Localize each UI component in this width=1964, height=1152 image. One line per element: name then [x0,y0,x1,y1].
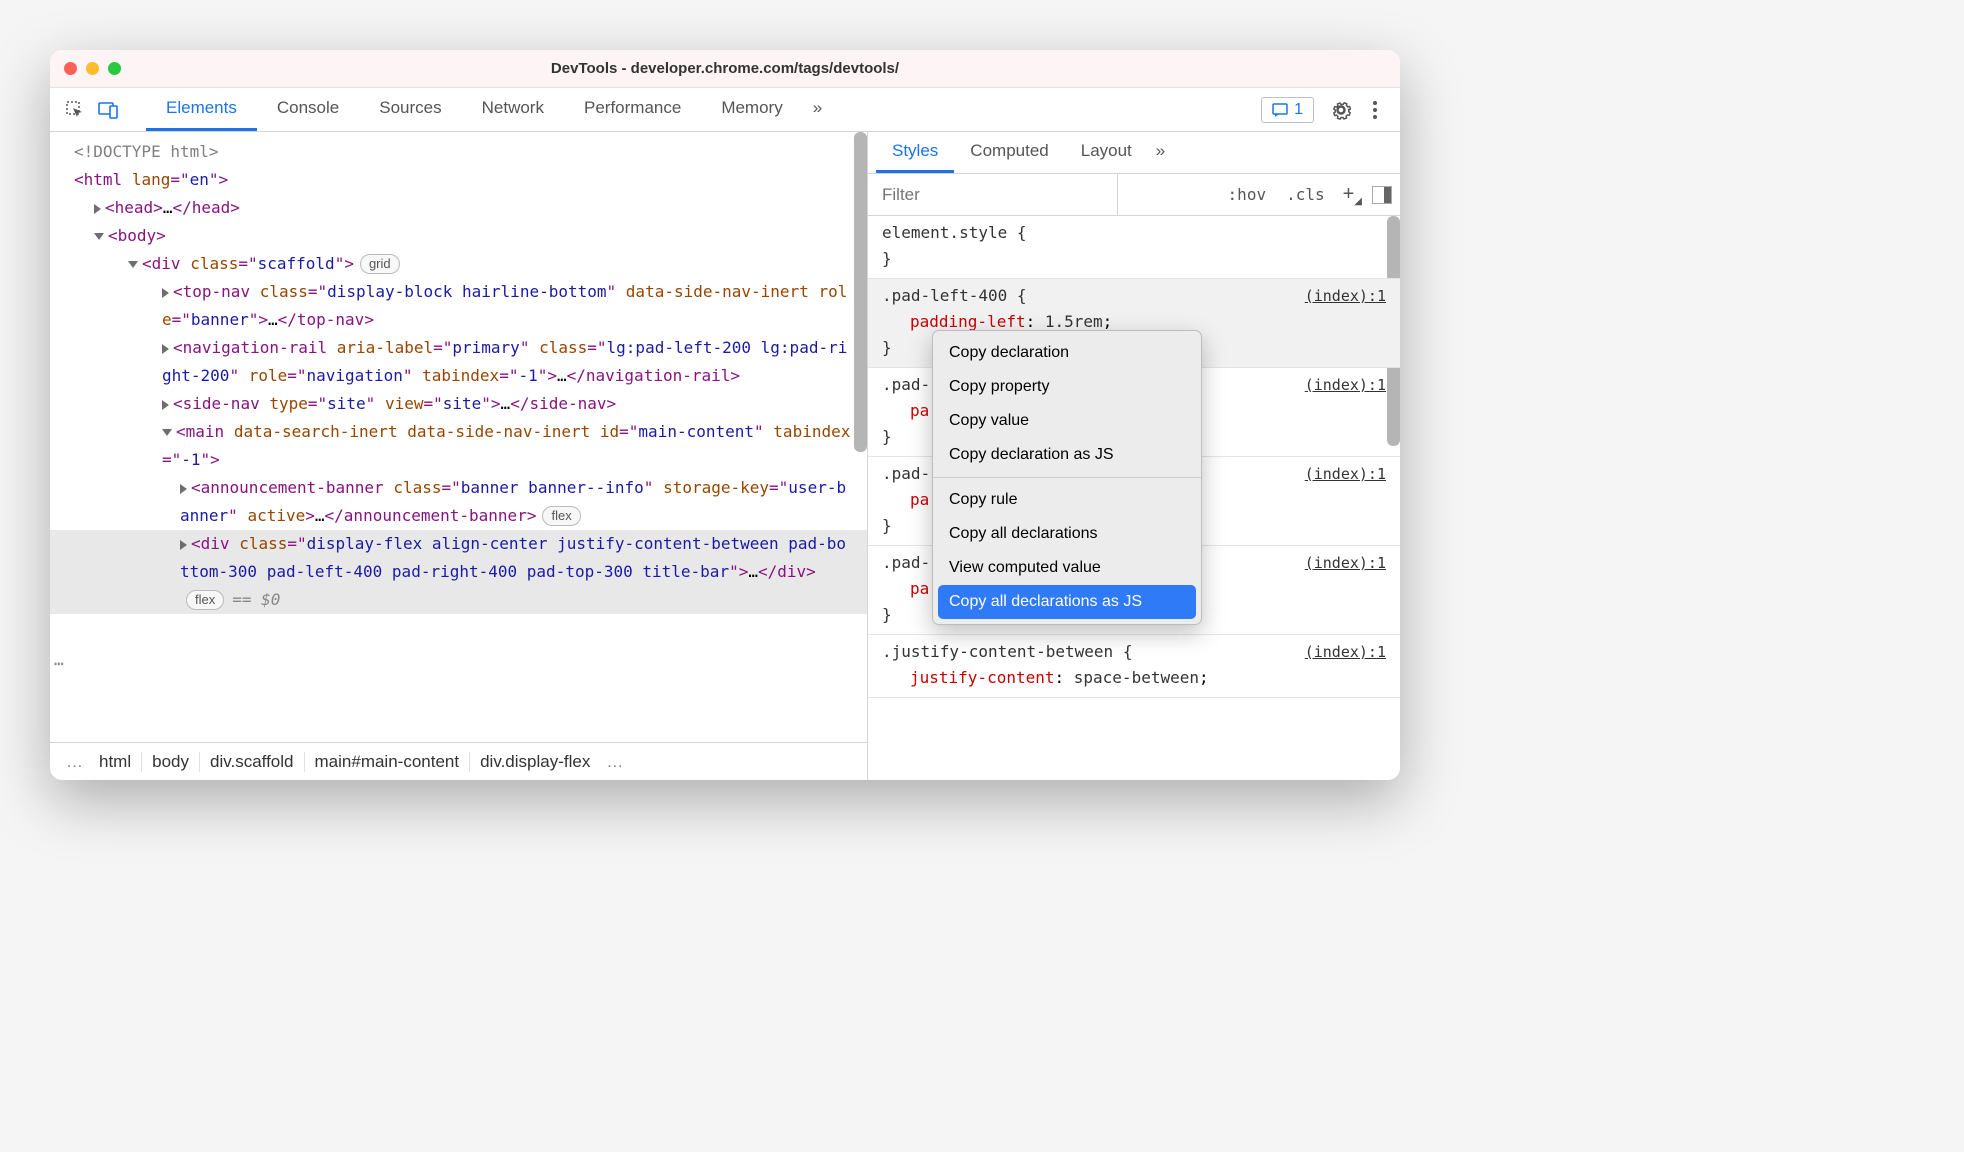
device-toolbar-icon[interactable] [92,93,126,127]
main-panes: ⋯ <!DOCTYPE html> <html lang="en"> <head… [50,132,1400,780]
crumb-scaffold[interactable]: div.scaffold [199,752,304,772]
tab-console[interactable]: Console [257,88,359,131]
source-link[interactable]: (index):1 [1305,461,1386,487]
kebab-menu-icon[interactable] [1358,93,1392,127]
styles-filter-row: :hov .cls +◢ [868,174,1400,216]
new-style-rule-icon[interactable]: +◢ [1337,183,1368,207]
tab-sources[interactable]: Sources [359,88,461,131]
tab-elements[interactable]: Elements [146,88,257,131]
context-menu-separator [933,477,1201,478]
source-link[interactable]: (index):1 [1305,283,1386,309]
context-menu-item[interactable]: Copy all declarations as JS [938,585,1196,619]
tab-network[interactable]: Network [462,88,564,131]
dom-nav-rail[interactable]: <navigation-rail aria-label="primary" cl… [50,334,867,390]
crumb-overflow-right[interactable]: … [600,752,629,772]
panel-tabs: Elements Console Sources Network Perform… [146,88,832,131]
tree-scrollbar[interactable] [854,132,867,452]
dom-selected-div[interactable]: <div class="display-flex align-center ju… [50,530,867,614]
styles-rules[interactable]: element.style { } (index):1 .pad-left-40… [868,216,1400,780]
crumb-div[interactable]: div.display-flex [469,752,600,772]
subtab-computed[interactable]: Computed [954,132,1064,173]
dom-top-nav[interactable]: <top-nav class="display-block hairline-b… [50,278,867,334]
rule-4[interactable]: (index):1 .justify-content-between { jus… [868,635,1400,698]
context-menu: Copy declarationCopy propertyCopy valueC… [932,330,1202,625]
source-link[interactable]: (index):1 [1305,550,1386,576]
crumb-html[interactable]: html [89,752,141,772]
styles-sub-tabs: Styles Computed Layout » [868,132,1400,174]
context-menu-item[interactable]: Copy declaration [933,336,1201,370]
crumb-body[interactable]: body [141,752,199,772]
titlebar: DevTools - developer.chrome.com/tags/dev… [50,50,1400,88]
settings-icon[interactable] [1324,93,1358,127]
dom-html[interactable]: <html lang="en"> [50,166,867,194]
dom-main[interactable]: <main data-search-inert data-side-nav-in… [50,418,867,474]
devtools-window: DevTools - developer.chrome.com/tags/dev… [50,50,1400,780]
dom-side-nav[interactable]: <side-nav type="site" view="site">…</sid… [50,390,867,418]
crumb-overflow-left[interactable]: … [60,752,89,772]
context-menu-item[interactable]: Copy property [933,370,1201,404]
dom-doctype[interactable]: <!DOCTYPE html> [50,138,867,166]
main-toolbar: Elements Console Sources Network Perform… [50,88,1400,132]
tab-memory[interactable]: Memory [701,88,802,131]
elements-pane: ⋯ <!DOCTYPE html> <html lang="en"> <head… [50,132,868,780]
subtab-overflow[interactable]: » [1148,132,1173,173]
cls-button[interactable]: .cls [1278,181,1333,208]
source-link[interactable]: (index):1 [1305,639,1386,665]
window-title: DevTools - developer.chrome.com/tags/dev… [50,60,1400,77]
dom-scaffold[interactable]: <div class="scaffold">grid [50,250,867,278]
issue-count: 1 [1294,101,1303,119]
zoom-window[interactable] [108,62,121,75]
styles-filter-input[interactable] [868,174,1118,215]
styles-pane: Styles Computed Layout » :hov .cls +◢ el… [868,132,1400,780]
hov-button[interactable]: :hov [1220,181,1275,208]
context-menu-item[interactable]: Copy value [933,404,1201,438]
inspect-icon[interactable] [58,93,92,127]
gutter-menu-icon[interactable]: ⋯ [54,650,64,678]
issues-button[interactable]: 1 [1261,97,1314,123]
context-menu-item[interactable]: Copy all declarations [933,517,1201,551]
tab-overflow[interactable]: » [803,88,832,131]
context-menu-item[interactable]: Copy rule [933,483,1201,517]
dom-body[interactable]: <body> [50,222,867,250]
subtab-styles[interactable]: Styles [876,132,954,173]
traffic-lights [64,62,121,75]
dom-tree[interactable]: ⋯ <!DOCTYPE html> <html lang="en"> <head… [50,132,867,742]
minimize-window[interactable] [86,62,99,75]
context-menu-item[interactable]: Copy declaration as JS [933,438,1201,472]
dom-head[interactable]: <head>…</head> [50,194,867,222]
rule-element-style[interactable]: element.style { } [868,216,1400,279]
tab-performance[interactable]: Performance [564,88,701,131]
breadcrumb: … html body div.scaffold main#main-conte… [50,742,867,780]
crumb-main[interactable]: main#main-content [304,752,470,772]
toggle-sidebar-icon[interactable] [1372,186,1392,204]
context-menu-item[interactable]: View computed value [933,551,1201,585]
source-link[interactable]: (index):1 [1305,372,1386,398]
subtab-layout[interactable]: Layout [1065,132,1148,173]
dom-announcement[interactable]: <announcement-banner class="banner banne… [50,474,867,530]
close-window[interactable] [64,62,77,75]
